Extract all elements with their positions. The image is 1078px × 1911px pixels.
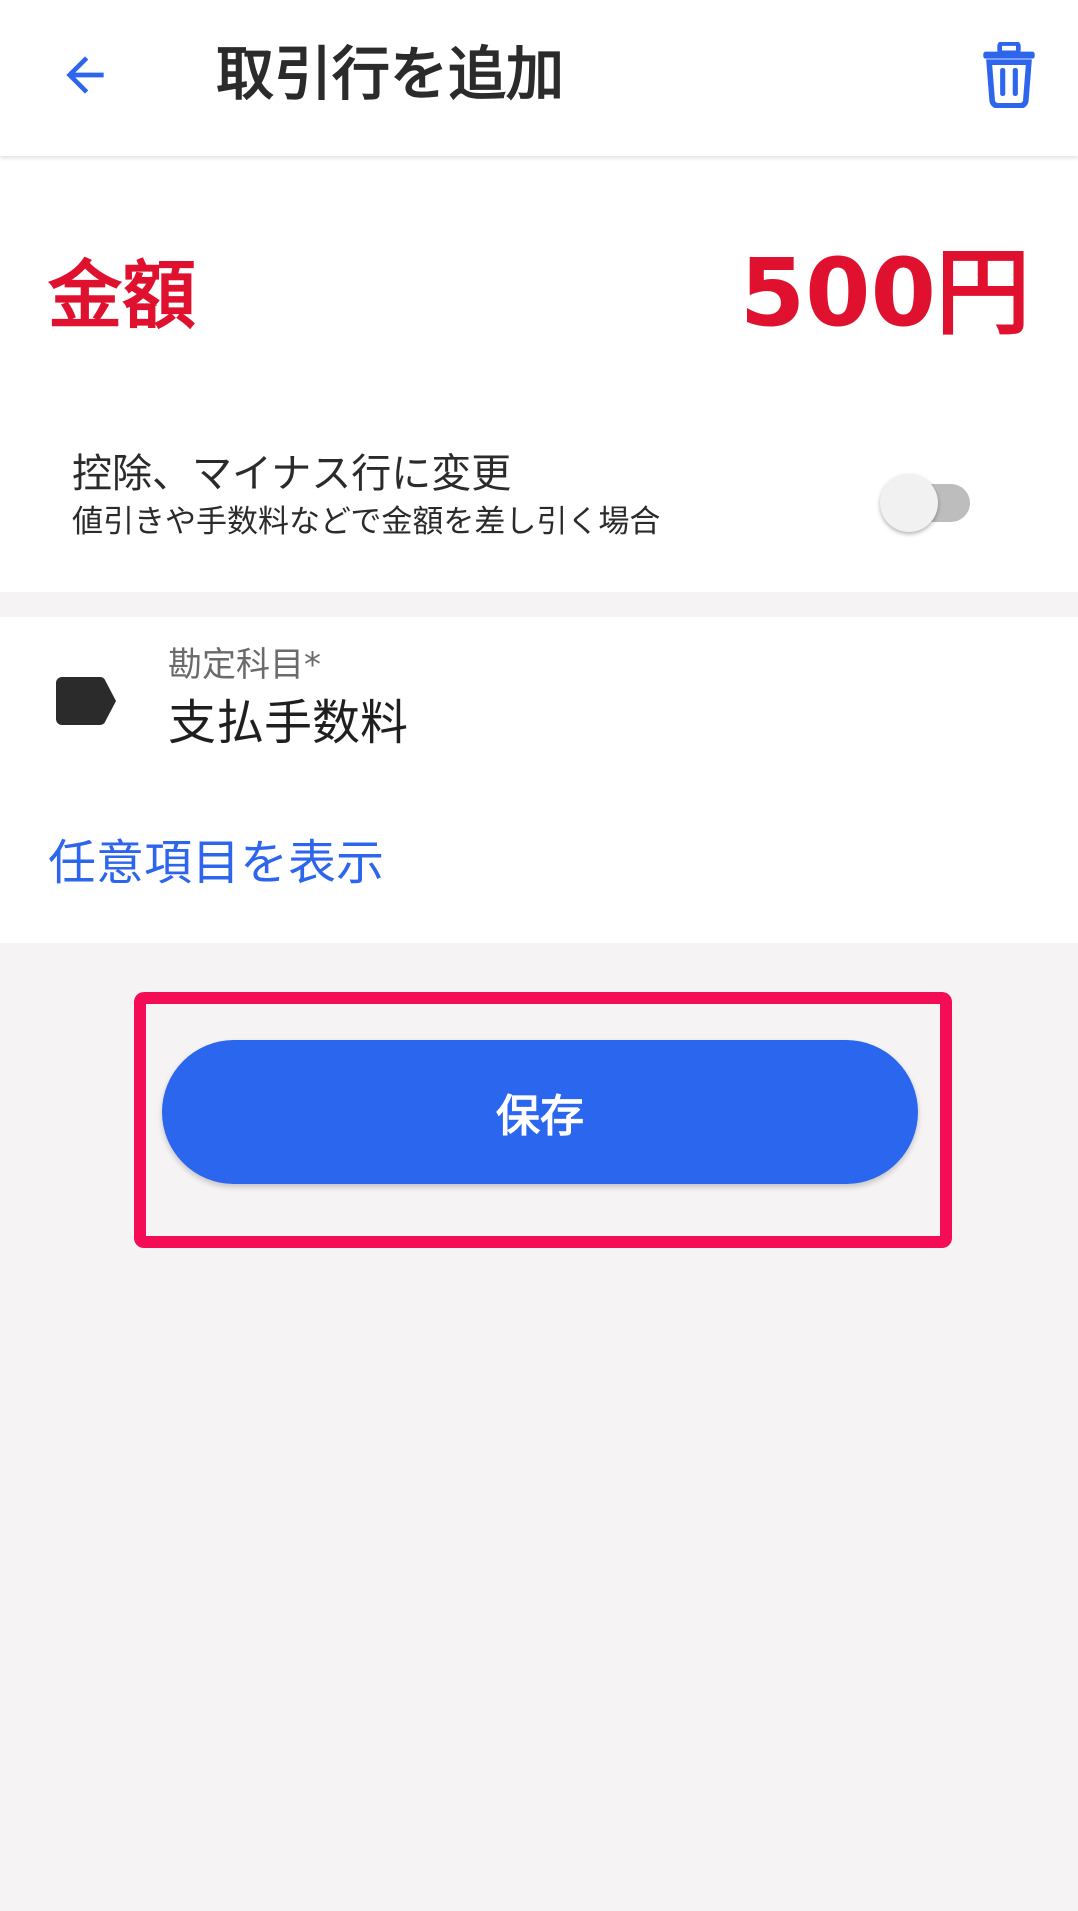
account-section: 勘定科目* 支払手数料 任意項目を表示: [0, 617, 1078, 943]
account-field-value[interactable]: 支払手数料: [168, 691, 408, 755]
amount-section: 金額 500円 控除、マイナス行に変更 値引きや手数料などで金額を差し引く場合: [0, 156, 1078, 592]
toggle-thumb: [880, 474, 938, 532]
arrow-back-icon: [66, 56, 104, 94]
deduction-subtitle: 値引きや手数料などで金額を差し引く場合: [72, 504, 661, 540]
show-optional-items-link[interactable]: 任意項目を表示: [48, 831, 384, 895]
trash-icon: [983, 42, 1035, 108]
page-title: 取引行を追加: [216, 40, 565, 108]
amount-label: 金額: [48, 253, 196, 339]
deduction-toggle[interactable]: [880, 466, 976, 532]
save-button[interactable]: 保存: [162, 1040, 918, 1184]
deduction-title: 控除、マイナス行に変更: [72, 451, 512, 497]
amount-value[interactable]: 500円: [740, 234, 1030, 354]
delete-button[interactable]: [964, 30, 1054, 120]
account-field-label: 勘定科目*: [168, 645, 321, 685]
tag-icon: [56, 677, 116, 725]
back-button[interactable]: [40, 30, 130, 120]
app-bar: 取引行を追加: [0, 0, 1078, 156]
